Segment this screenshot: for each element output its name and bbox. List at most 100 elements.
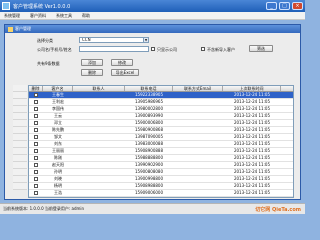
table-row[interactable]: 陈刚 15988888800 2013-12-24 11:05 xyxy=(29,155,293,162)
col-header-email[interactable]: 联系方式Email xyxy=(173,86,223,91)
status-bar: 当前系统版本: 1.0.0.0 当前登录用户: admin 切它网 QieTa.… xyxy=(0,203,305,214)
delete-cell xyxy=(29,183,43,189)
delete-checkbox[interactable] xyxy=(34,100,38,104)
delete-checkbox[interactable] xyxy=(34,177,38,181)
row-header[interactable] xyxy=(13,85,27,92)
row-header[interactable] xyxy=(13,127,27,134)
email-cell xyxy=(173,120,223,126)
exclude-new-checkbox[interactable] xyxy=(201,47,205,51)
table-row[interactable]: 王云 13900893990 2013-12-24 11:05 xyxy=(29,113,293,120)
col-header-name[interactable]: 客户名 xyxy=(43,86,73,91)
menu-item-system[interactable]: 系统管理 xyxy=(4,13,20,19)
row-header[interactable] xyxy=(13,113,27,120)
contact-cell xyxy=(73,99,125,105)
row-header[interactable] xyxy=(13,120,27,127)
table-row[interactable]: 邹文 13987090005 2013-12-24 11:05 xyxy=(29,134,293,141)
add-button[interactable]: 添加 xyxy=(81,59,103,66)
contact-cell xyxy=(73,113,125,119)
table-row[interactable]: 陈先鹏 15980900868 2013-12-24 11:05 xyxy=(29,127,293,134)
edit-button[interactable]: 修改 xyxy=(111,59,133,66)
table-row[interactable]: 孙明 15900808080 2013-12-24 11:05 xyxy=(29,169,293,176)
row-header[interactable] xyxy=(13,92,27,99)
table-row[interactable]: 刘晓 13900998800 2013-12-24 11:05 xyxy=(29,176,293,183)
maximize-button[interactable]: □ xyxy=(279,2,290,10)
table-row[interactable]: 王春生 15922338905 2013-12-24 11:05 xyxy=(29,92,293,99)
phone-cell: 15988888800 xyxy=(135,155,163,160)
contact-cell xyxy=(73,127,125,133)
close-button[interactable]: × xyxy=(292,2,303,10)
delete-checkbox[interactable] xyxy=(34,184,38,188)
table-row[interactable]: 王浩 15909006000 2013-12-24 11:05 xyxy=(29,190,293,197)
contact-cell xyxy=(73,169,125,175)
col-header-last-contact[interactable]: 上次联系时间 xyxy=(223,86,281,91)
row-header[interactable] xyxy=(13,148,27,155)
table-row[interactable]: 王利宏 13905986965 2013-12-24 11:05 xyxy=(29,99,293,106)
delete-checkbox[interactable] xyxy=(34,156,38,160)
delete-button[interactable]: 删除 xyxy=(81,69,103,76)
row-header[interactable] xyxy=(13,162,27,169)
table-row[interactable]: 李国伟 13980002800 2013-12-24 11:05 xyxy=(29,106,293,113)
email-cell xyxy=(173,106,223,112)
delete-cell xyxy=(29,134,43,140)
delete-checkbox[interactable] xyxy=(34,142,38,146)
table-row[interactable]: 王丽丽 15908900888 2013-12-24 11:05 xyxy=(29,148,293,155)
minimize-button[interactable]: _ xyxy=(266,2,277,10)
menu-item-help[interactable]: 帮助 xyxy=(82,13,90,19)
phone-cell: 15909006000 xyxy=(135,190,163,195)
row-header-column xyxy=(13,85,27,198)
show-company-checkbox[interactable] xyxy=(151,47,155,51)
export-excel-button[interactable]: 导出Excel xyxy=(111,69,139,76)
email-cell xyxy=(173,169,223,175)
table-row[interactable]: 刘东 13983000088 2013-12-24 11:05 xyxy=(29,141,293,148)
email-cell xyxy=(173,155,223,161)
email-cell xyxy=(173,141,223,147)
last-contact-cell: 2013-12-24 11:05 xyxy=(233,127,271,132)
row-header[interactable] xyxy=(13,106,27,113)
contact-cell xyxy=(73,190,125,196)
table-row[interactable]: 邓立 15900006800 2013-12-24 11:05 xyxy=(29,120,293,127)
col-header-delete[interactable]: 删除 xyxy=(29,86,43,91)
delete-checkbox[interactable] xyxy=(34,149,38,153)
menu-item-tools[interactable]: 系统工具 xyxy=(56,13,72,19)
search-input[interactable] xyxy=(79,46,149,52)
row-header[interactable] xyxy=(13,169,27,176)
row-header[interactable] xyxy=(13,183,27,190)
delete-checkbox[interactable] xyxy=(34,135,38,139)
row-header[interactable] xyxy=(13,99,27,106)
last-contact-cell: 2013-12-24 11:05 xyxy=(233,162,271,167)
email-cell xyxy=(173,134,223,140)
delete-checkbox[interactable] xyxy=(34,107,38,111)
delete-checkbox[interactable] xyxy=(34,170,38,174)
delete-checkbox[interactable] xyxy=(34,114,38,118)
chevron-down-icon[interactable]: ▼ xyxy=(143,38,148,42)
delete-checkbox[interactable] xyxy=(34,93,38,97)
row-header[interactable] xyxy=(13,141,27,148)
email-cell xyxy=(173,99,223,105)
row-header[interactable] xyxy=(13,134,27,141)
row-header[interactable] xyxy=(13,176,27,183)
table-row[interactable]: 赵天阳 13990902900 2013-12-24 11:05 xyxy=(29,162,293,169)
type-select[interactable]: CCN ▼ xyxy=(79,37,149,43)
table-row[interactable]: 杨明 15908988800 2013-12-24 11:05 xyxy=(29,183,293,190)
col-header-phone[interactable]: 联系电话 xyxy=(125,86,173,91)
name-cell: 邹文 xyxy=(54,134,62,139)
delete-cell xyxy=(29,169,43,175)
phone-cell: 15908900888 xyxy=(135,148,163,153)
delete-cell xyxy=(29,190,43,196)
last-contact-cell: 2013-12-24 11:05 xyxy=(233,141,271,146)
col-header-contact[interactable]: 联系人 xyxy=(73,86,125,91)
app-icon xyxy=(2,2,10,10)
email-cell xyxy=(173,176,223,182)
filter-button[interactable]: 筛选 xyxy=(249,45,273,52)
delete-checkbox[interactable] xyxy=(34,128,38,132)
menu-item-customers[interactable]: 客户资料 xyxy=(30,13,46,19)
delete-checkbox[interactable] xyxy=(34,163,38,167)
phone-cell: 15922338905 xyxy=(135,92,163,97)
delete-checkbox[interactable] xyxy=(34,191,38,195)
status-text: 当前系统版本: 1.0.0.0 当前登录用户: admin xyxy=(3,206,85,211)
search-label: 公司名/手机号/姓名 xyxy=(37,47,72,52)
phone-cell: 13905986965 xyxy=(135,99,163,104)
menu-bar: 系统管理 客户资料 系统工具 帮助 xyxy=(0,12,305,20)
row-header[interactable] xyxy=(13,155,27,162)
delete-checkbox[interactable] xyxy=(34,121,38,125)
